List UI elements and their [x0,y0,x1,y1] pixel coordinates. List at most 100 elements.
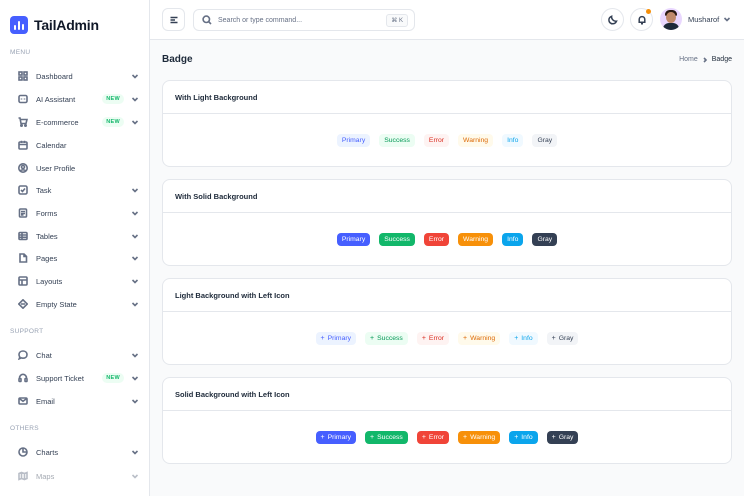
search-input[interactable]: Search or type command... ⌘ K [193,9,415,31]
sidebar-item-label: E-commerce [36,117,79,127]
badge-error: + Error [416,331,450,345]
badge-primary: + Primary [315,331,357,345]
card-solid-background: With Solid Background Primary Success Er… [162,179,732,266]
badge-label: Error [428,334,445,342]
sidebar-item-label: Tables [36,231,58,241]
notification-button[interactable] [630,8,653,31]
badge-warning: Warning [458,232,494,246]
card-light-left-icon: Light Background with Left Icon + Primary… [162,278,732,365]
sidebar-item-task[interactable]: Task [10,181,140,199]
forms-icon [17,207,29,219]
badge-label: Gray [558,433,574,441]
badge-primary: Primary [336,232,371,246]
badge-label: Primary [327,433,352,441]
new-badge: NEW [102,373,124,383]
sidebar-item-ai-assistant[interactable]: AI Assistant NEW [10,90,140,108]
breadcrumb-current: Badge [711,56,732,63]
chevron-down-icon [130,350,140,360]
sidebar-item-label: Task [36,185,52,195]
sidebar-toggle-button[interactable] [162,8,185,31]
notification-dot [646,9,651,14]
sidebar-item-label: Email [36,396,55,406]
badge-gray: Gray [532,133,558,147]
breadcrumb: Home Badge [679,56,732,63]
badge-gray: + Gray [546,430,579,444]
user-menu[interactable]: Musharof [660,8,732,30]
pie-chart-icon [17,446,29,458]
sidebar-item-tables[interactable]: Tables [10,227,140,245]
chevron-down-icon [130,185,140,195]
sidebar-item-charts[interactable]: Charts [10,443,140,461]
sidebar-item-label: Charts [36,447,59,457]
ai-icon [17,93,29,105]
sidebar-item-forms[interactable]: Forms [10,204,140,222]
sidebar-item-maps[interactable]: Maps [10,467,140,485]
badge-label: Info [521,433,533,441]
chevron-down-icon [130,117,140,127]
breadcrumb-home-link[interactable]: Home [679,56,698,63]
plus-icon: + [320,334,325,342]
grid-icon [17,70,29,82]
sidebar-item-ecommerce[interactable]: E-commerce NEW [10,113,140,131]
badge-label: Warning [470,433,496,441]
sidebar-item-label: User Profile [36,163,76,173]
table-icon [17,230,29,242]
sidebar-item-chat[interactable]: Chat [10,346,140,364]
badge-success: + Success [365,331,408,345]
badge-error: Error [423,232,450,246]
sidebar-item-label: Pages [36,253,58,263]
badge-success: Success [379,133,415,147]
task-icon [17,184,29,196]
plus-icon: + [320,433,325,441]
sidebar-item-calendar[interactable]: Calendar [10,136,140,154]
plus-icon: + [463,433,468,441]
new-badge: NEW [102,117,124,127]
badge-label: Success [377,433,403,441]
badge-error: Error [423,133,450,147]
badge-gray: + Gray [546,331,579,345]
logo-icon [10,16,28,34]
chat-icon [17,349,29,361]
sidebar-item-pages[interactable]: Pages [10,249,140,267]
badge-row: + Primary + Success + Error + Warning + Info … [163,411,731,463]
menu-icon [169,15,179,25]
badge-primary: + Primary [315,430,357,444]
sidebar-item-layouts[interactable]: Layouts [10,272,140,290]
search-placeholder: Search or type command... [218,16,303,24]
sidebar-item-dashboard[interactable]: Dashboard [10,67,140,85]
chevron-down-icon [130,471,140,481]
sidebar-item-user-profile[interactable]: User Profile [10,159,140,177]
sidebar-item-label: AI Assistant [36,94,76,104]
badge-row: Primary Success Error Warning Info Gray [163,114,731,166]
chevron-down-icon [130,373,140,383]
new-badge: NEW [102,94,124,104]
sidebar-item-label: Calendar [36,140,67,150]
page-title: Badge [162,54,193,65]
calendar-icon [17,139,29,151]
sidebar-item-support-ticket[interactable]: Support Ticket NEW [10,369,140,387]
plus-icon: + [514,433,519,441]
badge-label: Primary [327,334,352,342]
badge-info: + Info [509,331,538,345]
badge-row: + Primary + Success + Error + Warning + Info … [163,312,731,364]
badge-row: Primary Success Error Warning Info Gray [163,213,731,265]
avatar [660,8,682,30]
badge-success: Success [379,232,415,246]
badge-label: Info [521,334,533,342]
brand-logo[interactable]: TailAdmin [10,16,99,34]
badge-label: Warning [470,334,496,342]
moon-icon [607,14,618,25]
plus-icon: + [370,433,375,441]
sidebar-item-empty-state[interactable]: Empty State [10,295,140,313]
sidebar-item-label: Chat [36,350,52,360]
empty-state-icon [17,298,29,310]
chevron-down-icon [130,94,140,104]
brand-name: TailAdmin [34,17,99,33]
chevron-down-icon [130,276,140,286]
sidebar-item-email[interactable]: Email [10,392,140,410]
dark-mode-toggle[interactable] [601,8,624,31]
badge-warning: + Warning [458,331,501,345]
map-icon [17,470,29,482]
sidebar: TailAdmin MENU Dashboard AI Assistant NE… [0,0,150,496]
card-title: Solid Background with Left Icon [163,378,731,411]
